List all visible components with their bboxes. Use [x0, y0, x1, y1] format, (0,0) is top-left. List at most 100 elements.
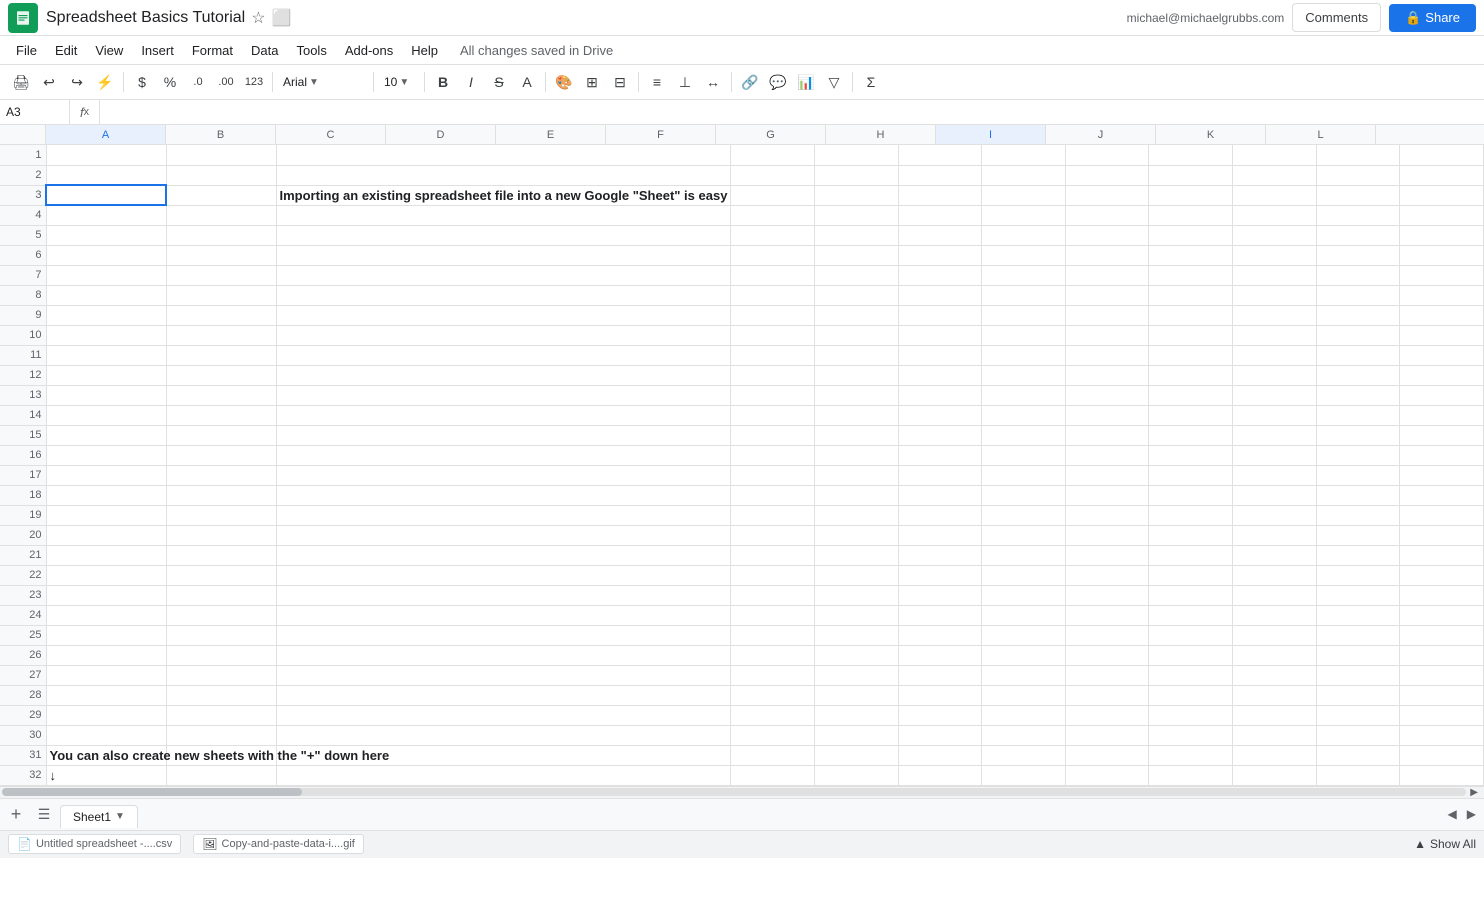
cell-A11[interactable]	[46, 345, 166, 365]
cell-A28[interactable]	[46, 685, 166, 705]
cell-G29[interactable]	[982, 705, 1066, 725]
cell-G22[interactable]	[982, 565, 1066, 585]
row-num-2[interactable]: 2	[0, 165, 46, 185]
cell-K21[interactable]	[1316, 545, 1400, 565]
cell-B22[interactable]	[166, 565, 276, 585]
cell-E31[interactable]	[815, 745, 899, 765]
cell-K32[interactable]	[1316, 765, 1400, 785]
cell-K29[interactable]	[1316, 705, 1400, 725]
cell-L19[interactable]	[1400, 505, 1484, 525]
cell-A9[interactable]	[46, 305, 166, 325]
cell-B10[interactable]	[166, 325, 276, 345]
cell-I9[interactable]	[1149, 305, 1233, 325]
cell-C13[interactable]	[276, 385, 731, 405]
cell-G4[interactable]	[982, 205, 1066, 225]
cell-E2[interactable]	[815, 165, 899, 185]
cell-A13[interactable]	[46, 385, 166, 405]
cell-L8[interactable]	[1400, 285, 1484, 305]
row-num-17[interactable]: 17	[0, 465, 46, 485]
cell-I15[interactable]	[1149, 425, 1233, 445]
cell-J8[interactable]	[1233, 285, 1317, 305]
cell-J7[interactable]	[1233, 265, 1317, 285]
cell-A17[interactable]	[46, 465, 166, 485]
paint-format-button[interactable]: ⚡	[92, 69, 118, 95]
cell-C26[interactable]	[276, 645, 731, 665]
cell-I16[interactable]	[1149, 445, 1233, 465]
cell-B16[interactable]	[166, 445, 276, 465]
cell-B3[interactable]	[166, 185, 276, 205]
cell-K20[interactable]	[1316, 525, 1400, 545]
cell-H6[interactable]	[1065, 245, 1149, 265]
cell-C24[interactable]	[276, 605, 731, 625]
cell-B32[interactable]	[166, 765, 276, 785]
cell-J21[interactable]	[1233, 545, 1317, 565]
cell-J25[interactable]	[1233, 625, 1317, 645]
cell-C12[interactable]	[276, 365, 731, 385]
cell-I8[interactable]	[1149, 285, 1233, 305]
grid-container[interactable]: 123Importing an existing spreadsheet fil…	[0, 145, 1484, 786]
row-num-10[interactable]: 10	[0, 325, 46, 345]
cell-D12[interactable]	[731, 365, 815, 385]
row-num-18[interactable]: 18	[0, 485, 46, 505]
cell-K19[interactable]	[1316, 505, 1400, 525]
cell-G1[interactable]	[982, 145, 1066, 165]
row-num-32[interactable]: 32	[0, 765, 46, 785]
comment-button[interactable]: 💬	[765, 69, 791, 95]
status-item-1[interactable]: 📄 Untitled spreadsheet -....csv	[8, 834, 181, 854]
cell-B31[interactable]	[166, 745, 276, 765]
cell-J3[interactable]	[1233, 185, 1317, 205]
cell-C11[interactable]	[276, 345, 731, 365]
cell-F4[interactable]	[898, 205, 982, 225]
scroll-left-arrow[interactable]: ◀	[1444, 805, 1461, 823]
cell-A2[interactable]	[46, 165, 166, 185]
cell-A29[interactable]	[46, 705, 166, 725]
cell-L26[interactable]	[1400, 645, 1484, 665]
cell-D6[interactable]	[731, 245, 815, 265]
cell-L31[interactable]	[1400, 745, 1484, 765]
merge-button[interactable]: ⊟	[607, 69, 633, 95]
cell-C23[interactable]	[276, 585, 731, 605]
cell-L28[interactable]	[1400, 685, 1484, 705]
currency-button[interactable]: $	[129, 69, 155, 95]
cell-J14[interactable]	[1233, 405, 1317, 425]
status-item-2[interactable]: 🖼 Copy-and-paste-data-i....gif	[193, 834, 364, 854]
cell-C4[interactable]	[276, 205, 731, 225]
cell-F25[interactable]	[898, 625, 982, 645]
show-all-button[interactable]: ▲ Show All	[1414, 837, 1476, 851]
cell-I7[interactable]	[1149, 265, 1233, 285]
cell-A20[interactable]	[46, 525, 166, 545]
cell-G27[interactable]	[982, 665, 1066, 685]
cell-F14[interactable]	[898, 405, 982, 425]
sheet-tab-sheet1[interactable]: Sheet1 ▼	[60, 805, 138, 828]
cell-E20[interactable]	[815, 525, 899, 545]
cell-F32[interactable]	[898, 765, 982, 785]
cell-I23[interactable]	[1149, 585, 1233, 605]
cell-C21[interactable]	[276, 545, 731, 565]
cell-D2[interactable]	[731, 165, 815, 185]
cell-D4[interactable]	[731, 205, 815, 225]
row-num-13[interactable]: 13	[0, 385, 46, 405]
cell-B14[interactable]	[166, 405, 276, 425]
cell-B8[interactable]	[166, 285, 276, 305]
cell-F31[interactable]	[898, 745, 982, 765]
cell-E13[interactable]	[815, 385, 899, 405]
cell-L16[interactable]	[1400, 445, 1484, 465]
cell-G7[interactable]	[982, 265, 1066, 285]
cell-L3[interactable]	[1400, 185, 1484, 205]
cell-E23[interactable]	[815, 585, 899, 605]
cell-K8[interactable]	[1316, 285, 1400, 305]
cell-I18[interactable]	[1149, 485, 1233, 505]
cell-J4[interactable]	[1233, 205, 1317, 225]
cell-H20[interactable]	[1065, 525, 1149, 545]
cell-J10[interactable]	[1233, 325, 1317, 345]
cell-I32[interactable]	[1149, 765, 1233, 785]
formula-input[interactable]	[100, 100, 1484, 124]
cell-L11[interactable]	[1400, 345, 1484, 365]
cell-J26[interactable]	[1233, 645, 1317, 665]
cell-E28[interactable]	[815, 685, 899, 705]
cell-C5[interactable]	[276, 225, 731, 245]
cell-H18[interactable]	[1065, 485, 1149, 505]
cell-F28[interactable]	[898, 685, 982, 705]
cell-J6[interactable]	[1233, 245, 1317, 265]
row-num-9[interactable]: 9	[0, 305, 46, 325]
